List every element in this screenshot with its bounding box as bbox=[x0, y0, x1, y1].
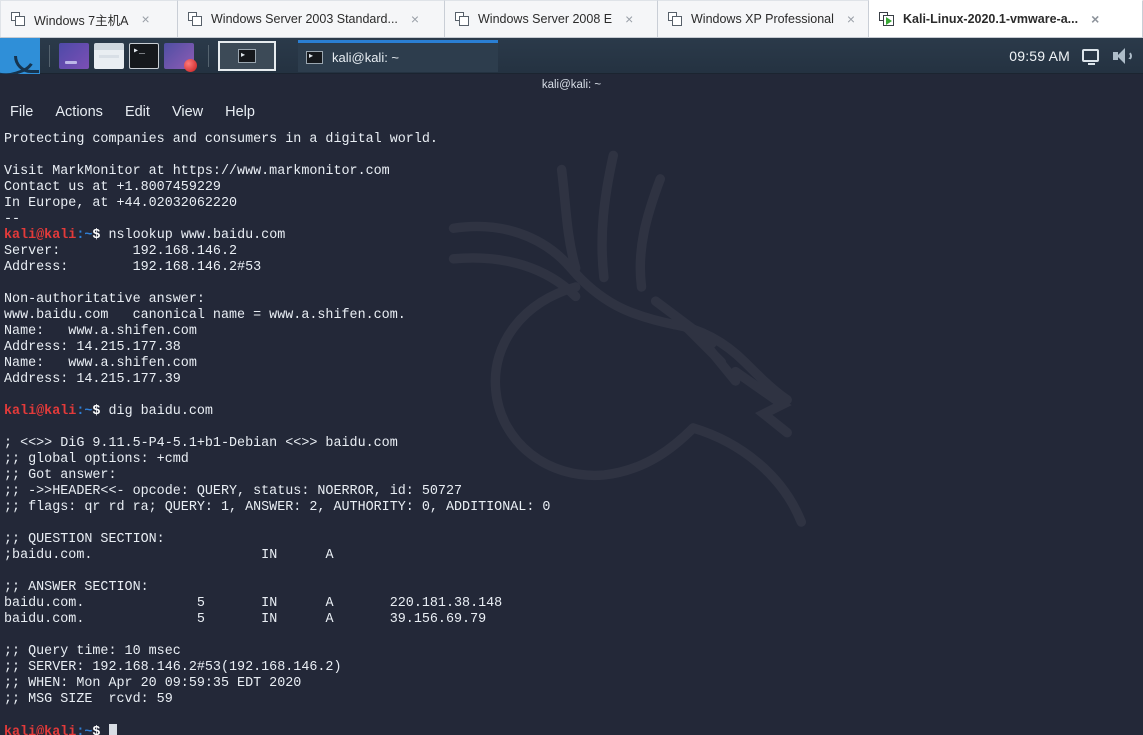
terminal-output-line: Name: www.a.shifen.com bbox=[4, 324, 197, 339]
terminal-output-line: ;; SERVER: 192.168.146.2#53(192.168.146.… bbox=[4, 660, 342, 675]
terminal-output-line: Address: 14.215.177.39 bbox=[4, 372, 181, 387]
panel-separator-2 bbox=[208, 44, 209, 67]
close-icon[interactable]: × bbox=[622, 12, 636, 26]
menu-item-help[interactable]: Help bbox=[225, 104, 255, 120]
launcher-file-manager[interactable] bbox=[59, 42, 89, 69]
terminal-output-line: Server: 192.168.146.2 bbox=[4, 244, 238, 259]
terminal-output-line: ;; QUESTION SECTION: bbox=[4, 532, 165, 547]
terminal-output-line: ;; WHEN: Mon Apr 20 09:59:35 EDT 2020 bbox=[4, 676, 302, 691]
kali-top-panel: kali@kali: ~ 09:59 AM bbox=[0, 37, 1143, 74]
terminal-output-line: ;; Got answer: bbox=[4, 468, 117, 483]
vm-tab-4[interactable]: Kali-Linux-2020.1-vmware-a... × bbox=[869, 0, 1143, 37]
vm-tab-1[interactable]: Windows Server 2003 Standard... × bbox=[178, 0, 445, 37]
workspace-switcher[interactable] bbox=[218, 40, 276, 71]
system-tray: 09:59 AM bbox=[1009, 47, 1143, 65]
volume-icon[interactable] bbox=[1113, 47, 1133, 64]
vm-tab-label: Kali-Linux-2020.1-vmware-a... bbox=[903, 12, 1079, 26]
terminal-output-line: ;; MSG SIZE rcvd: 59 bbox=[4, 692, 173, 707]
launcher-burpsuite[interactable] bbox=[164, 42, 197, 72]
vm-tab-label: Windows 7主机A bbox=[34, 13, 129, 28]
terminal-output-line: ;; Query time: 10 msec bbox=[4, 644, 181, 659]
terminal-output-line: ;; ->>HEADER<<- opcode: QUERY, status: N… bbox=[4, 484, 463, 499]
terminal-output-line: Protecting companies and consumers in a … bbox=[4, 132, 438, 147]
terminal-prompt-line: kali@kali:~$ bbox=[4, 724, 1143, 735]
prompt-user: kali@kali bbox=[4, 404, 77, 419]
terminal-output-line: ;; global options: +cmd bbox=[4, 452, 189, 467]
close-icon[interactable]: × bbox=[1088, 12, 1102, 26]
terminal-output-line: Non-authoritative answer: bbox=[4, 292, 205, 307]
terminal-console[interactable]: Protecting companies and consumers in a … bbox=[0, 128, 1143, 735]
terminal-output-line: Name: www.a.shifen.com bbox=[4, 356, 197, 371]
clock[interactable]: 09:59 AM bbox=[1009, 48, 1070, 64]
close-icon[interactable]: × bbox=[408, 12, 422, 26]
terminal-prompt-line: kali@kali:~$ dig baidu.com bbox=[4, 404, 1143, 420]
terminal-output-line: Contact us at +1.8007459229 bbox=[4, 180, 221, 195]
window-icon bbox=[455, 12, 470, 26]
terminal-output-line: In Europe, at +44.02032062220 bbox=[4, 196, 238, 211]
launcher-terminal[interactable] bbox=[129, 42, 159, 69]
vm-tab-label: Windows XP Professional bbox=[691, 12, 834, 26]
vmware-tab-bar: Windows 7主机A × Windows Server 2003 Standar… bbox=[0, 0, 1143, 38]
menu-item-file[interactable]: File bbox=[10, 104, 33, 120]
vm-tab-label: Windows Server 2003 Standard... bbox=[211, 12, 398, 26]
menu-item-edit[interactable]: Edit bbox=[125, 104, 150, 120]
terminal-output-line: Address: 192.168.146.2#53 bbox=[4, 260, 262, 275]
menu-item-view[interactable]: View bbox=[172, 104, 203, 120]
taskbar-item-terminal[interactable]: kali@kali: ~ bbox=[298, 39, 498, 72]
window-icon bbox=[11, 12, 26, 26]
terminal-window: kali@kali: ~ File Actions Edit View Help Pro… bbox=[0, 74, 1143, 735]
panel-separator bbox=[49, 44, 50, 67]
terminal-output-line: -- bbox=[4, 212, 21, 227]
terminal-command: nslookup www.baidu.com bbox=[100, 228, 286, 243]
terminal-output-line: ;; ANSWER SECTION: bbox=[4, 580, 149, 595]
menu-bar: File Actions Edit View Help bbox=[0, 96, 1143, 128]
volume-wave bbox=[1126, 50, 1132, 61]
window-icon bbox=[188, 12, 203, 26]
vm-tab-label: Windows Server 2008 E bbox=[478, 12, 613, 26]
launcher-folder[interactable] bbox=[94, 42, 124, 69]
workspace-thumbnail-icon bbox=[238, 48, 256, 63]
terminal-output-line: Address: 14.215.177.38 bbox=[4, 340, 181, 355]
terminal-output-line: ;baidu.com. IN A bbox=[4, 548, 334, 563]
prompt-user: kali@kali bbox=[4, 725, 77, 735]
close-icon[interactable]: × bbox=[138, 12, 152, 26]
text-cursor bbox=[108, 724, 117, 735]
terminal-output-line: www.baidu.com canonical name = www.a.shi… bbox=[4, 308, 406, 323]
window-icon bbox=[668, 12, 683, 26]
display-icon[interactable] bbox=[1082, 49, 1099, 65]
kali-dragon-logo[interactable] bbox=[0, 37, 40, 74]
terminal-prompt-line: kali@kali:~$ nslookup www.baidu.com bbox=[4, 228, 1143, 244]
volume-speaker-cone bbox=[1117, 47, 1125, 64]
vm-tab-3[interactable]: Windows XP Professional × bbox=[658, 0, 869, 37]
menu-item-actions[interactable]: Actions bbox=[55, 104, 103, 120]
kali-play-icon bbox=[879, 12, 895, 26]
terminal-output-line: baidu.com. 5 IN A 220.181.38.148 bbox=[4, 596, 503, 611]
taskbar-item-label: kali@kali: ~ bbox=[332, 49, 400, 65]
vm-tab-2[interactable]: Windows Server 2008 E × bbox=[445, 0, 658, 37]
terminal-command bbox=[100, 725, 108, 735]
terminal-output-line: Visit MarkMonitor at https://www.markmon… bbox=[4, 164, 390, 179]
terminal-output-line: ; <<>> DiG 9.11.5-P4-5.1+b1-Debian <<>> … bbox=[4, 436, 398, 451]
vm-tab-0[interactable]: Windows 7主机A × bbox=[0, 0, 178, 37]
terminal-icon bbox=[306, 50, 323, 64]
window-title: kali@kali: ~ bbox=[541, 79, 602, 91]
terminal-output-line: baidu.com. 5 IN A 39.156.69.79 bbox=[4, 612, 487, 627]
terminal-output-line: ;; flags: qr rd ra; QUERY: 1, ANSWER: 2,… bbox=[4, 500, 551, 515]
terminal-command: dig baidu.com bbox=[100, 404, 213, 419]
close-icon[interactable]: × bbox=[844, 12, 858, 26]
prompt-user: kali@kali bbox=[4, 228, 77, 243]
